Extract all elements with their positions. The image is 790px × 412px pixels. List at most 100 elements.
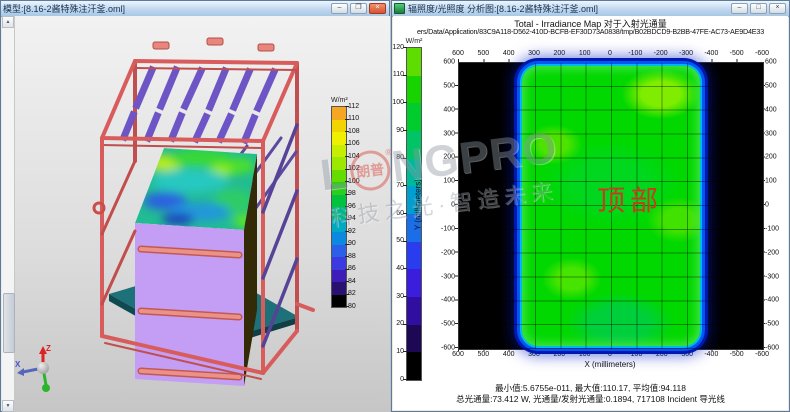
colorbar-tick [403, 102, 407, 103]
map-window-title: 辐照度/光照度 分析图:[8.16-2酱特殊注汗釜.oml] [408, 2, 728, 16]
colorbar-segment [332, 182, 346, 195]
map-annotation: 顶部 [597, 179, 663, 219]
y-axis-title: Y (millimeters) [413, 62, 423, 348]
axis-tick-label: 400 [429, 106, 455, 113]
map-window-titlebar[interactable]: 辐照度/光照度 分析图:[8.16-2酱特殊注汗釜.oml] – □ × [392, 1, 789, 17]
colorbar-segment [332, 107, 346, 120]
axis-tick-label: -600 [755, 351, 769, 358]
axis-tick-label: 0 [429, 202, 455, 209]
x-axis-top: 6005004003002001000-100-200-300-400-500-… [458, 50, 762, 58]
scrollbar-thumb[interactable] [3, 293, 15, 353]
colorbar-tick-label: 50 [390, 237, 404, 244]
axis-tick-label: -400 [704, 351, 718, 358]
axis-tick-label: 400 [765, 106, 790, 113]
colorbar-unit-label: W/m² [400, 38, 428, 45]
colorbar-tick-label: 100 [348, 178, 366, 185]
colorbar-tick-label: 94 [348, 215, 366, 222]
axis-tick-label: -500 [765, 321, 790, 328]
axis-tick-label: -500 [730, 50, 744, 57]
colorbar-segment [332, 257, 346, 270]
axis-tick-label: -200 [765, 249, 790, 256]
axis-tick-label: -300 [679, 351, 693, 358]
axis-tick-label: 200 [553, 50, 565, 57]
y-axis-right: 6005004003002001000-100-200-300-400-500-… [765, 62, 790, 348]
model-window-titlebar[interactable]: 模型:[8.16-2酱特殊注汗釜.oml] – ❐ × [1, 1, 389, 17]
colorbar-tick-label: 96 [348, 203, 366, 210]
colorbar-tick-label: 10 [390, 348, 404, 355]
colorbar-tick-label: 106 [348, 140, 366, 147]
colorbar-unit-label: W/m² [331, 97, 348, 104]
axis-tick-label: -100 [429, 225, 455, 232]
irradiance-plot[interactable]: 顶部 [458, 62, 764, 350]
window-controls: – ❐ × [331, 3, 387, 14]
colorbar-tick-label: 104 [348, 153, 366, 160]
axis-tick-label: -600 [755, 50, 769, 57]
colorbar-tick [345, 206, 349, 207]
colorbar-tick [345, 119, 349, 120]
axis-tick-label: 400 [503, 351, 515, 358]
colorbar-segment [407, 352, 421, 380]
colorbar-tick [345, 244, 349, 245]
analysis-window-icon [394, 3, 405, 14]
scroll-down-icon[interactable]: ▼ [2, 400, 14, 412]
colorbar-tick [345, 231, 349, 232]
minimize-button[interactable]: – [731, 3, 748, 14]
axis-tick-label: -100 [765, 225, 790, 232]
minimize-button[interactable]: – [331, 3, 348, 14]
axis-tick-label: 600 [765, 59, 790, 66]
colorbar-tick [345, 294, 349, 295]
axis-tick-label: 100 [429, 178, 455, 185]
axis-tick-label: -400 [704, 50, 718, 57]
colorbar-tick [345, 306, 349, 307]
colorbar-tick [345, 181, 349, 182]
colorbar-tick [345, 106, 349, 107]
colorbar-tick [345, 131, 349, 132]
axis-tick-label: 500 [477, 50, 489, 57]
x-axis-bottom: 6005004003002001000-100-200-300-400-500-… [458, 351, 762, 359]
axis-tick-label: -500 [730, 351, 744, 358]
axis-tick-label: 300 [528, 351, 540, 358]
axis-tick-label: 0 [765, 202, 790, 209]
colorbar-tick-label: 120 [390, 44, 404, 51]
colorbar-segment [332, 207, 346, 220]
colorbar-tick-label: 30 [390, 293, 404, 300]
axis-tick-label: 400 [503, 50, 515, 57]
axis-tick-label: -300 [765, 273, 790, 280]
colorbar-segment [332, 170, 346, 183]
x-axis-label: X [15, 360, 21, 369]
y-axis-left: 6005004003002001000-100-200-300-400-500-… [429, 62, 455, 348]
close-button[interactable]: × [369, 3, 386, 14]
axis-tick-label: -500 [429, 321, 455, 328]
colorbar-tick [403, 268, 407, 269]
axis-tick-label: 500 [429, 82, 455, 89]
z-axis-label: Z [46, 344, 51, 353]
axis-tick-label: -300 [679, 50, 693, 57]
restore-button[interactable]: ❐ [350, 3, 367, 14]
colorbar-tick-label: 80 [348, 303, 366, 310]
colorbar-tick [403, 241, 407, 242]
axis-tick-label: -200 [654, 351, 668, 358]
colorbar-tick [403, 213, 407, 214]
x-axis-title: X (millimeters) [458, 360, 762, 369]
maximize-button[interactable]: □ [750, 3, 767, 14]
stats-flux: 总光通量:73.412 W, 光通量/发射光通量:0.1894, 717108 … [393, 393, 788, 405]
colorbar-tick-label: 108 [348, 128, 366, 135]
colorbar-tick-label: 102 [348, 165, 366, 172]
colorbar-tick [403, 47, 407, 48]
colorbar-segment [332, 282, 346, 295]
colorbar-tick [403, 185, 407, 186]
colorbar-segment [332, 245, 346, 258]
colorbar-tick-label: 84 [348, 278, 366, 285]
vertical-scrollbar[interactable]: ▲ ▼ [2, 16, 15, 412]
map-file-path: ers/Data/Application/83C9A118-D562-410D-… [393, 27, 788, 36]
axis-tick-label: 0 [608, 351, 612, 358]
colorbar-tick [345, 194, 349, 195]
colorbar-tick-label: 70 [390, 182, 404, 189]
axis-tick-label: -400 [429, 297, 455, 304]
colorbar-segment [332, 232, 346, 245]
scroll-up-icon[interactable]: ▲ [2, 16, 14, 28]
close-button[interactable]: × [769, 3, 786, 14]
colorbar-tick [345, 156, 349, 157]
irradiance-map-window: 辐照度/光照度 分析图:[8.16-2酱特殊注汗釜.oml] – □ × Tot… [391, 0, 790, 412]
axis-tick-label: 600 [452, 50, 464, 57]
